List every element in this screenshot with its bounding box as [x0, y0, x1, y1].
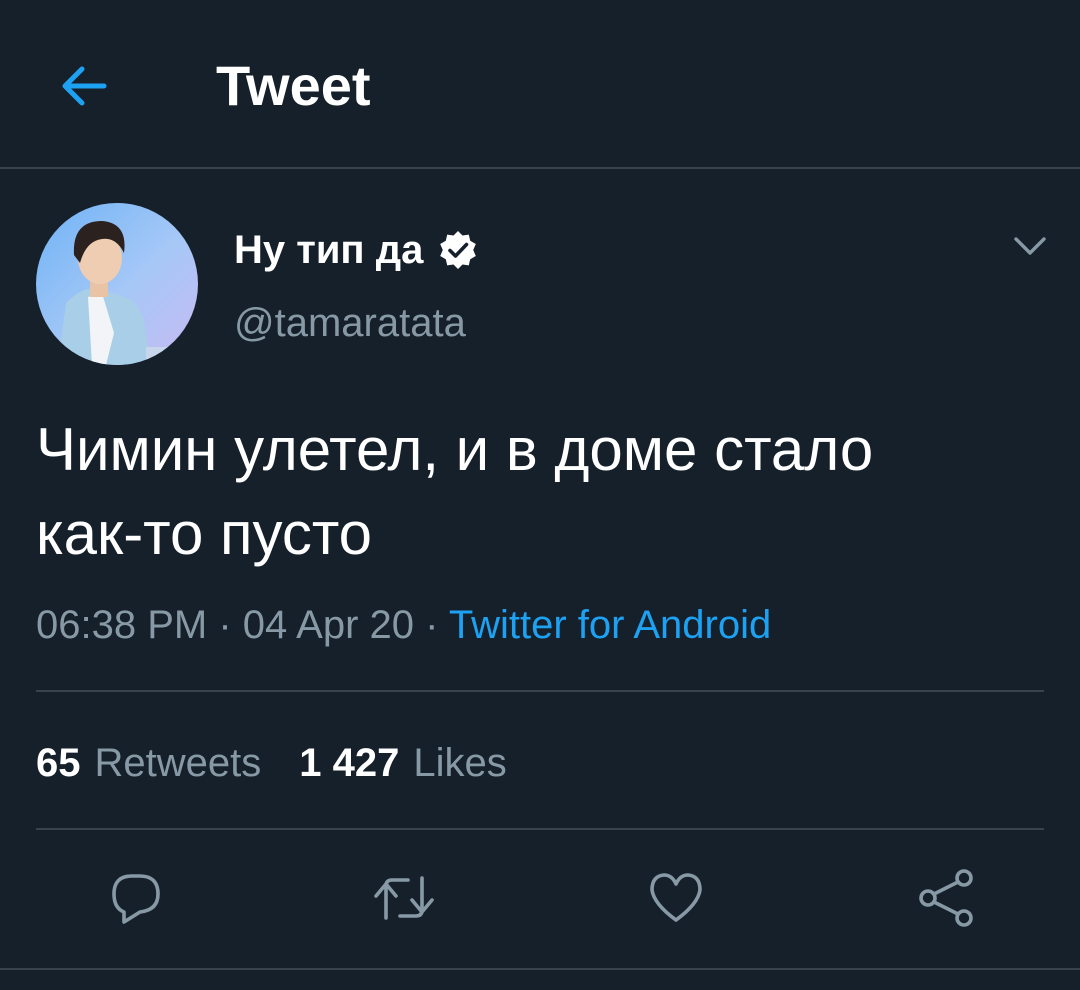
- tweet-source-link[interactable]: Twitter for Android: [449, 603, 771, 647]
- retweet-icon: [374, 876, 434, 920]
- verified-badge-icon: [437, 229, 479, 271]
- divider: [0, 968, 1080, 970]
- retweets-count: 65: [36, 741, 81, 785]
- share-icon: [919, 869, 973, 927]
- meta-separator: ·: [414, 603, 449, 647]
- retweet-button[interactable]: [372, 866, 436, 930]
- likes-label: Likes: [413, 741, 507, 785]
- tweet-text: Чимин улетел, и в доме стало как-то пуст…: [36, 416, 874, 567]
- retweets-label: Retweets: [94, 741, 262, 785]
- chevron-down-icon: [1014, 237, 1046, 255]
- tweet-meta: 06:38 PM · 04 Apr 20 · Twitter for Andro…: [36, 598, 771, 652]
- tweet-date: 04 Apr 20: [242, 603, 415, 647]
- like-button[interactable]: [644, 866, 708, 930]
- author-handle[interactable]: @tamaratata: [234, 298, 466, 348]
- like-icon: [650, 873, 702, 922]
- reply-button[interactable]: [104, 866, 168, 930]
- likes-stat[interactable]: 1 427 Likes: [299, 736, 507, 790]
- tweet-time: 06:38 PM: [36, 603, 208, 647]
- divider: [36, 690, 1044, 692]
- likes-count: 1 427: [299, 741, 400, 785]
- divider: [36, 828, 1044, 830]
- avatar-image: [36, 203, 198, 365]
- author-name: Ну тип да: [234, 228, 424, 272]
- retweets-stat[interactable]: 65 Retweets: [36, 736, 261, 790]
- top-app-bar: Tweet: [0, 0, 1080, 169]
- reply-icon: [112, 874, 160, 924]
- author-name-row[interactable]: Ну тип да: [234, 224, 479, 276]
- tweet-screen: Tweet Ну тип да @tamaratata Чимин улетел…: [0, 0, 1080, 990]
- avatar[interactable]: [36, 203, 198, 365]
- back-button[interactable]: [56, 58, 112, 114]
- tweet-stats: 65 Retweets 1 427 Likes: [36, 736, 507, 790]
- meta-separator: ·: [207, 603, 243, 647]
- more-options-button[interactable]: [1008, 228, 1052, 264]
- page-title: Tweet: [216, 54, 371, 117]
- share-button[interactable]: [914, 866, 978, 930]
- arrow-left-icon: [62, 66, 107, 106]
